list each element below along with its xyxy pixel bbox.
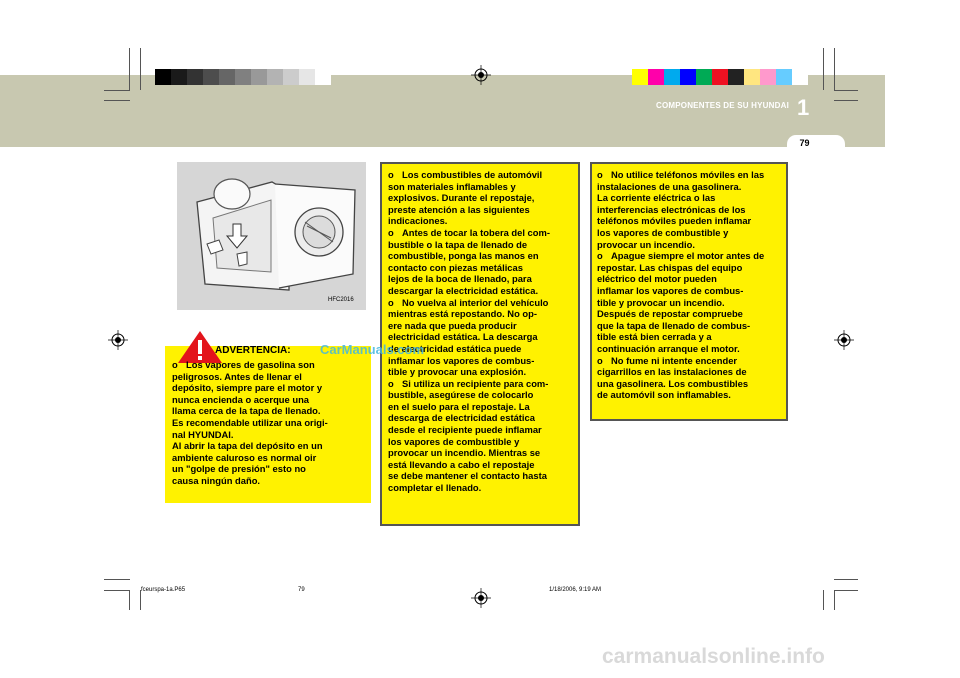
fuel-door-illustration bbox=[177, 162, 366, 310]
color-swatch bbox=[171, 69, 187, 85]
watermark-bottom: carmanualsonline.info bbox=[602, 645, 825, 668]
color-swatch bbox=[283, 69, 299, 85]
chapter-title: COMPONENTES DE SU HYUNDAI bbox=[655, 101, 789, 110]
color-swatch bbox=[315, 69, 331, 85]
page-number: 79 bbox=[799, 138, 810, 148]
color-swatch bbox=[251, 69, 267, 85]
registration-target-bottom bbox=[471, 588, 491, 608]
footer-datetime: 1/18/2006, 9:19 AM bbox=[549, 587, 602, 593]
list-item: o Los combustibles de automóvil son materi… bbox=[388, 169, 543, 227]
color-registration-swatches bbox=[632, 69, 808, 85]
watermark-mid: CarManuals.com bbox=[320, 342, 425, 357]
color-swatch bbox=[299, 69, 315, 85]
list-item: o Apague siempre el motor antes de reposta… bbox=[597, 250, 765, 354]
header-band bbox=[0, 75, 885, 147]
color-swatch bbox=[267, 69, 283, 85]
color-swatch bbox=[712, 69, 728, 85]
footer-page: 79 bbox=[298, 587, 305, 593]
list-item: o No fume ni intente encender cigarrillos … bbox=[597, 354, 749, 401]
warning-list: o Los vapores de gasolina son peligrosos. … bbox=[172, 359, 366, 487]
color-swatch bbox=[155, 69, 171, 85]
color-swatch bbox=[664, 69, 680, 85]
list-item: o Antes de tocar la tobera del com-bustib… bbox=[388, 226, 550, 296]
right-box-list: o No utilice teléfonos móviles en las inst… bbox=[597, 169, 783, 401]
list-item: o Si utiliza un recipiente para com-busti… bbox=[388, 377, 549, 494]
color-swatch bbox=[680, 69, 696, 85]
list-item: o No vuelva al interior del vehículo mient… bbox=[388, 296, 549, 378]
color-swatch bbox=[632, 69, 648, 85]
color-swatch bbox=[776, 69, 792, 85]
color-swatch bbox=[728, 69, 744, 85]
figure-code: HFC2016 bbox=[328, 297, 354, 303]
color-swatch bbox=[187, 69, 203, 85]
registration-target-right bbox=[834, 330, 854, 350]
color-swatch bbox=[203, 69, 219, 85]
color-swatch bbox=[696, 69, 712, 85]
color-swatch bbox=[792, 69, 808, 85]
color-swatch bbox=[235, 69, 251, 85]
list-item: o No utilice teléfonos móviles en las inst… bbox=[597, 169, 765, 250]
footer-file: fceurspa-1a.P65 bbox=[141, 587, 186, 593]
middle-box-list: o Los combustibles de automóvil son materi… bbox=[388, 169, 574, 494]
color-swatch bbox=[760, 69, 776, 85]
warning-title: ADVERTENCIA: bbox=[215, 345, 291, 356]
gray-registration-swatches bbox=[155, 69, 331, 85]
registration-target-left bbox=[108, 330, 128, 350]
bullet: o bbox=[172, 359, 178, 370]
color-swatch bbox=[219, 69, 235, 85]
color-swatch bbox=[744, 69, 760, 85]
chapter-number: 1 bbox=[797, 95, 810, 120]
warning-item: o Los vapores de gasolina son peligrosos. … bbox=[172, 359, 328, 486]
color-swatch bbox=[648, 69, 664, 85]
registration-target-top bbox=[471, 65, 491, 85]
